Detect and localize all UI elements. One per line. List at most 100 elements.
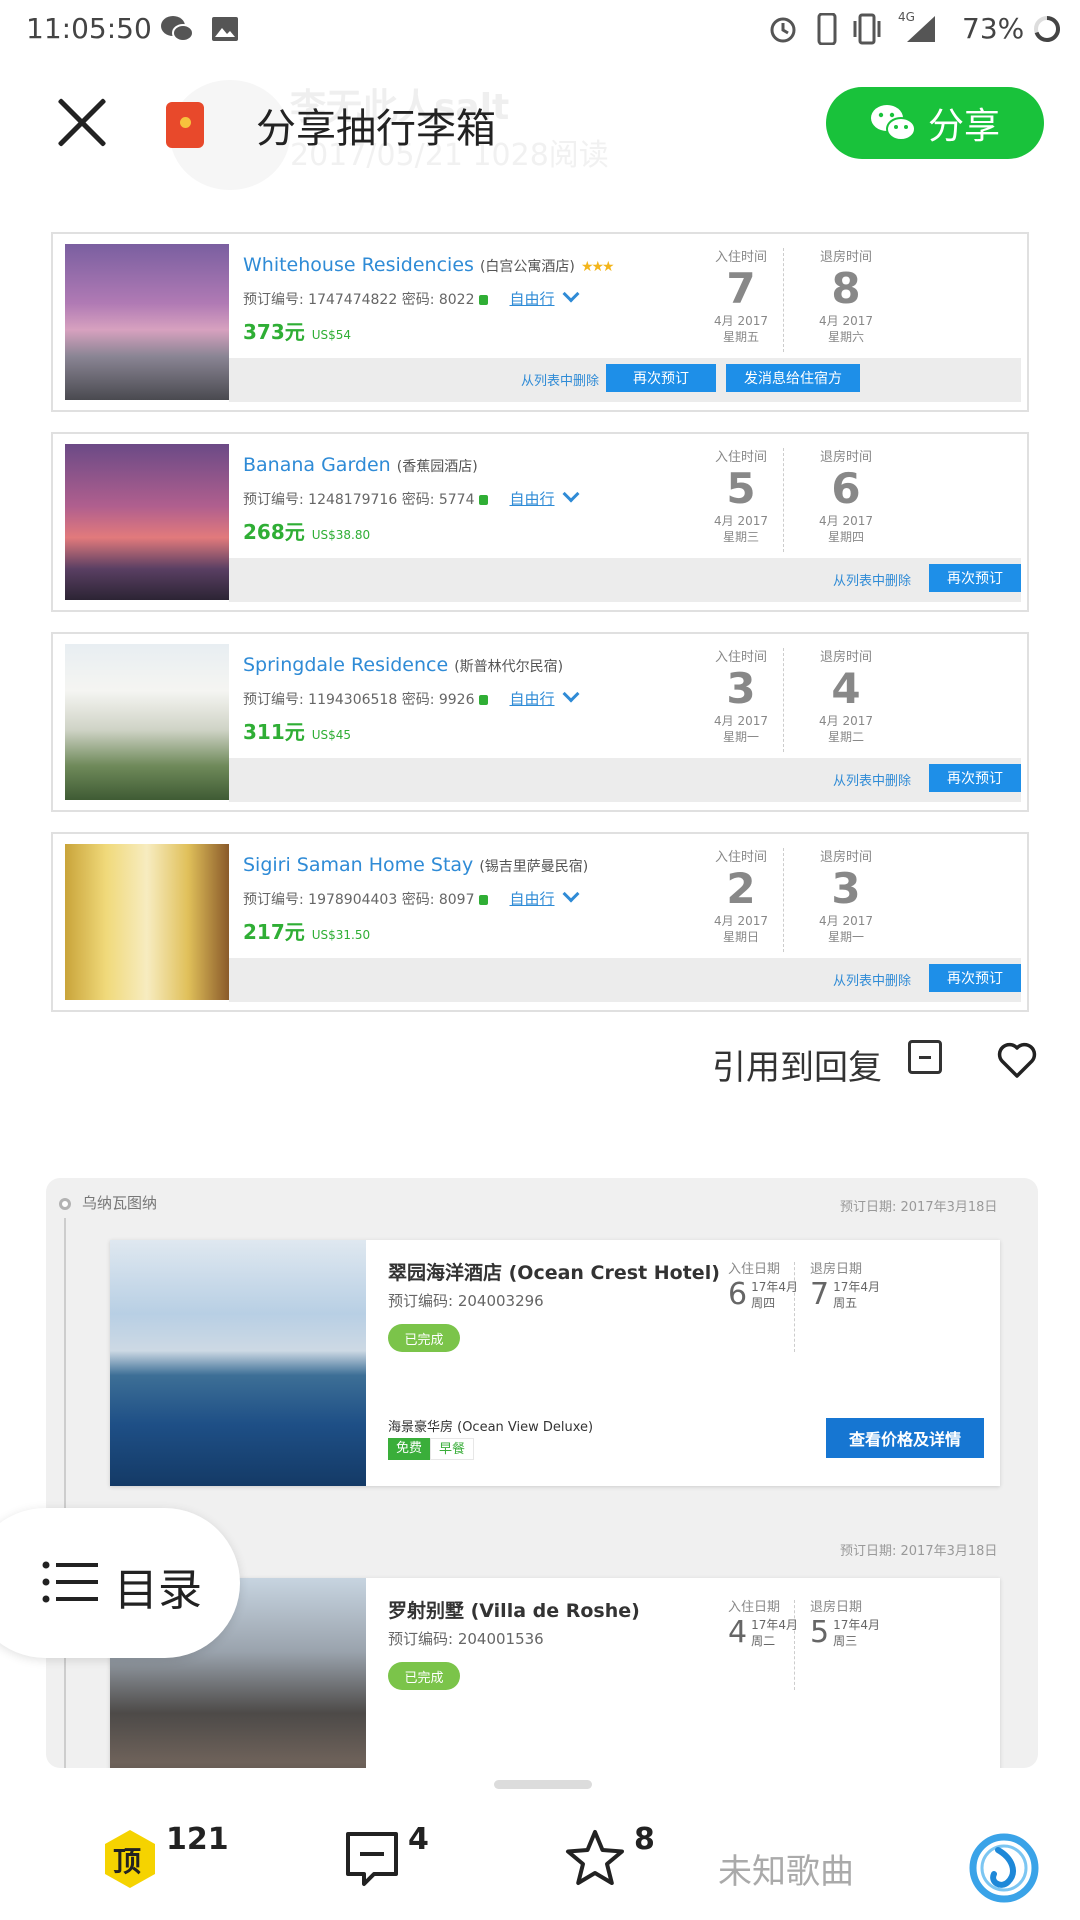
booking-code: 预订编码: 204001536 <box>388 1630 544 1648</box>
chevron-down-icon[interactable] <box>562 285 580 303</box>
hotel-photo <box>65 644 229 800</box>
favorite-button[interactable] <box>564 1828 626 1888</box>
checkin-label: 入住时间 <box>714 650 767 665</box>
trip-type-tag[interactable]: 自由行 <box>510 290 555 308</box>
checkin-day: 3 <box>726 664 756 713</box>
checkin-weekday: 星期三 <box>722 530 759 544</box>
checkout-month: 17年4月 <box>833 1279 880 1294</box>
page-title: 分享抽行李箱 <box>256 106 496 152</box>
heart-icon[interactable] <box>996 1040 1038 1080</box>
trip-type-tag[interactable]: 自由行 <box>510 890 555 908</box>
hotel-name[interactable]: 罗射别墅 (Villa de Roshe) <box>388 1596 640 1623</box>
view-price-details-button[interactable]: 查看价格及详情 <box>826 1418 984 1458</box>
red-packet-icon[interactable] <box>166 102 204 148</box>
trip-type-tag[interactable]: 自由行 <box>510 490 555 508</box>
chevron-down-icon[interactable] <box>562 485 580 503</box>
hotel-name-link[interactable]: Whitehouse Residencies (白宫公寓酒店) ★★★ <box>243 254 615 276</box>
booking-meta: 预订编号: 1747474822 密码: 8022 自由行 <box>243 285 580 309</box>
checkin-day: 6 <box>728 1277 748 1312</box>
hotel-name-link[interactable]: Springdale Residence (斯普林代尔民宿) <box>243 654 563 676</box>
booking-date: 预订日期: 2017年3月18日 <box>840 1544 998 1559</box>
table-of-contents-button[interactable]: 目录 <box>0 1508 240 1658</box>
status-badge: 已完成 <box>388 1662 460 1690</box>
checkin-date: 入住时间 5 4月 2017 星期三 <box>698 446 784 545</box>
lock-icon <box>478 695 488 705</box>
rebook-button[interactable]: 再次预订 <box>929 764 1021 792</box>
trip-type-tag[interactable]: 自由行 <box>510 690 555 708</box>
hotel-name-link[interactable]: Sigiri Saman Home Stay (锡吉里萨曼民宿) <box>243 854 588 876</box>
remove-from-list-link[interactable]: 从列表中删除 <box>521 370 599 389</box>
message-host-button[interactable]: 发消息给住宿方 <box>726 364 860 392</box>
breakfast-tag: 免费 早餐 <box>388 1438 475 1460</box>
music-player-button[interactable] <box>968 1832 1040 1904</box>
checkout-date: 退房时间 8 4月 2017 星期六 <box>803 246 889 345</box>
checkin-month: 17年4月 <box>751 1279 798 1294</box>
checkin-day: 7 <box>726 264 756 313</box>
remove-from-list-link[interactable]: 从列表中删除 <box>833 770 911 789</box>
upvote-count: 121 <box>166 1822 229 1857</box>
battery-ring-icon <box>1030 12 1064 46</box>
quote-reply-icon[interactable] <box>908 1040 942 1074</box>
location-pin-icon <box>59 1198 71 1210</box>
hotel-name[interactable]: 翠园海洋酒店 (Ocean Crest Hotel) <box>388 1258 720 1285</box>
checkin-weekday: 周四 <box>751 1295 776 1310</box>
star-icon <box>566 1830 624 1885</box>
upvote-button[interactable]: 顶 <box>100 1828 160 1890</box>
chevron-down-icon[interactable] <box>562 685 580 703</box>
checkin-label: 入住时间 <box>714 850 767 865</box>
hotel-name: Sigiri Saman Home Stay <box>243 854 474 876</box>
checkin-label: 入住时间 <box>714 450 767 465</box>
booking-meta: 预订编号: 1248179716 密码: 5774 自由行 <box>243 485 580 509</box>
checkin-label: 入住日期 <box>728 1600 781 1615</box>
comment-count: 4 <box>408 1822 429 1857</box>
comment-button[interactable] <box>344 1830 400 1888</box>
price: 373元 US$54 <box>243 316 351 345</box>
wechat-icon <box>870 105 916 141</box>
favorite-count: 8 <box>634 1822 655 1857</box>
hotel-name-cn: (香蕉园酒店) <box>396 459 478 475</box>
wechat-notification-icon <box>160 12 194 46</box>
checkin-date: 入住时间 7 4月 2017 星期五 <box>698 246 784 345</box>
booking-meta: 预订编号: 1978904403 密码: 8097 自由行 <box>243 885 580 909</box>
room-type: 海景豪华房 (Ocean View Deluxe) <box>388 1420 594 1435</box>
booking-date: 预订日期: 2017年3月18日 <box>840 1200 998 1215</box>
hotel-photo <box>65 844 229 1000</box>
checkout-label: 退房日期 <box>810 1600 863 1615</box>
checkin-date: 入住日期 6 17年4月 周四 <box>728 1258 798 1312</box>
wechat-share-button[interactable]: 分享 <box>826 87 1044 159</box>
booking-number: 预订编号: 1747474822 密码: 8022 <box>243 292 475 308</box>
checkout-weekday: 周五 <box>833 1295 858 1310</box>
reservation-card: Whitehouse Residencies (白宫公寓酒店) ★★★ 预订编号… <box>51 232 1029 412</box>
phone-icon <box>810 12 844 46</box>
chevron-down-icon[interactable] <box>562 885 580 903</box>
checkin-month: 4月 2017 <box>714 314 768 328</box>
checkout-month: 4月 2017 <box>819 314 873 328</box>
price-cny: 217元 <box>243 920 305 944</box>
booking-history-screenshot: 乌纳瓦图纳 预订日期: 2017年3月18日 翠园海洋酒店 (Ocean Cre… <box>46 1178 1038 1768</box>
free-label: 免费 <box>388 1438 431 1460</box>
rebook-button[interactable]: 再次预订 <box>929 564 1021 592</box>
scroll-indicator <box>494 1780 592 1789</box>
price: 217元 US$31.50 <box>243 916 370 945</box>
hotel-name-link[interactable]: Banana Garden (香蕉园酒店) <box>243 454 478 476</box>
status-time: 11:05:50 <box>26 12 152 45</box>
price-usd: US$31.50 <box>311 928 371 942</box>
booking-meta: 预订编号: 1194306518 密码: 9926 自由行 <box>243 685 580 709</box>
reservation-card: Springdale Residence (斯普林代尔民宿) 预订编号: 119… <box>51 632 1029 812</box>
checkin-day: 2 <box>726 864 756 913</box>
checkin-label: 入住日期 <box>728 1262 781 1277</box>
rebook-button[interactable]: 再次预订 <box>929 964 1021 992</box>
hotel-photo <box>110 1240 366 1486</box>
vibrate-icon <box>850 12 884 46</box>
remove-from-list-link[interactable]: 从列表中删除 <box>833 970 911 989</box>
checkin-weekday: 周二 <box>751 1633 776 1648</box>
alarm-icon <box>766 12 800 46</box>
quote-to-reply-button[interactable]: 引用到回复 <box>712 1040 882 1089</box>
price-cny: 311元 <box>243 720 305 744</box>
music-song-title[interactable]: 未知歌曲 <box>718 1844 854 1893</box>
rebook-button[interactable]: 再次预订 <box>606 364 716 392</box>
comment-icon <box>346 1832 398 1886</box>
remove-from-list-link[interactable]: 从列表中删除 <box>833 570 911 589</box>
breakfast-label: 早餐 <box>430 1438 475 1460</box>
close-icon[interactable] <box>54 94 110 150</box>
